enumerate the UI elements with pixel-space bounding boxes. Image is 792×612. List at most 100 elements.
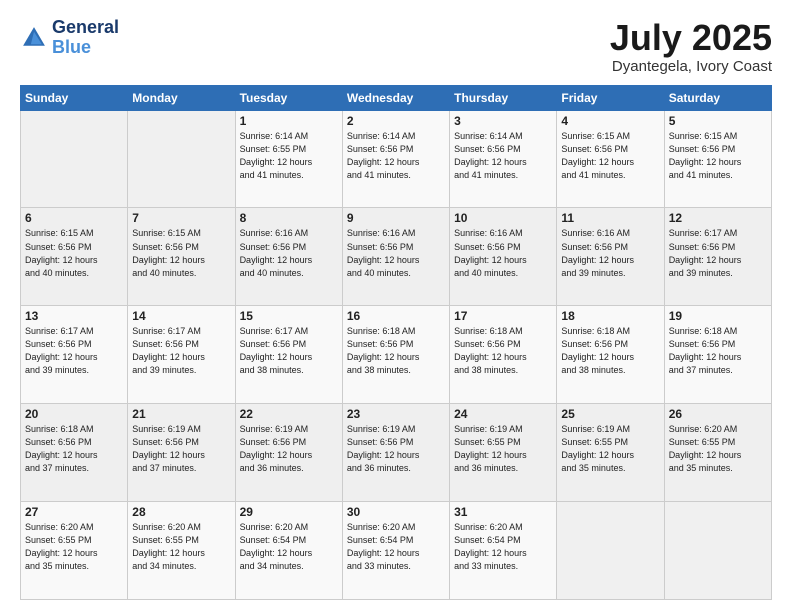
day-number: 23	[347, 407, 445, 421]
calendar-cell	[664, 502, 771, 600]
calendar-cell: 25 Sunrise: 6:19 AM Sunset: 6:55 PM Dayli…	[557, 404, 664, 502]
day-number: 7	[132, 211, 230, 225]
day-info: Sunrise: 6:20 AM Sunset: 6:55 PM Dayligh…	[25, 521, 123, 573]
col-header-sunday: Sunday	[21, 85, 128, 110]
day-number: 8	[240, 211, 338, 225]
calendar-cell: 28Sunrise: 6:20 AM Sunset: 6:55 PM Dayli…	[128, 502, 235, 600]
calendar-cell: 5 Sunrise: 6:15 AM Sunset: 6:56 PM Daylig…	[664, 110, 771, 208]
calendar-cell: 14 Sunrise: 6:17 AM Sunset: 6:56 PM Dayli…	[128, 306, 235, 404]
day-number: 2	[347, 114, 445, 128]
day-info: Sunrise: 6:19 AM Sunset: 6:55 PM Dayligh…	[454, 423, 552, 475]
col-header-monday: Monday	[128, 85, 235, 110]
day-info: Sunrise: 6:18 AM Sunset: 6:56 PM Dayligh…	[561, 325, 659, 377]
day-number: 24	[454, 407, 552, 421]
day-number: 10	[454, 211, 552, 225]
day-number: 3	[454, 114, 552, 128]
day-info: Sunrise: 6:14 AM Sunset: 6:56 PM Dayligh…	[454, 130, 552, 182]
day-number: 29	[240, 505, 338, 519]
calendar-cell: 12 Sunrise: 6:17 AM Sunset: 6:56 PM Dayli…	[664, 208, 771, 306]
day-number: 27	[25, 505, 123, 519]
day-number: 30	[347, 505, 445, 519]
day-number: 13	[25, 309, 123, 323]
day-info: Sunrise: 6:15 AM Sunset: 6:56 PM Dayligh…	[132, 227, 230, 279]
calendar-cell: 24 Sunrise: 6:19 AM Sunset: 6:55 PM Dayli…	[450, 404, 557, 502]
calendar-cell: 6 Sunrise: 6:15 AM Sunset: 6:56 PM Daylig…	[21, 208, 128, 306]
day-info: Sunrise: 6:15 AM Sunset: 6:56 PM Dayligh…	[25, 227, 123, 279]
day-info: Sunrise: 6:17 AM Sunset: 6:56 PM Dayligh…	[132, 325, 230, 377]
day-info: Sunrise: 6:16 AM Sunset: 6:56 PM Dayligh…	[347, 227, 445, 279]
logo-text: General Blue	[52, 18, 119, 58]
day-info: Sunrise: 6:18 AM Sunset: 6:56 PM Dayligh…	[669, 325, 767, 377]
day-number: 12	[669, 211, 767, 225]
day-number: 22	[240, 407, 338, 421]
calendar-cell: 18 Sunrise: 6:18 AM Sunset: 6:56 PM Dayli…	[557, 306, 664, 404]
calendar-cell: 26 Sunrise: 6:20 AM Sunset: 6:55 PM Dayli…	[664, 404, 771, 502]
calendar-cell: 8Sunrise: 6:16 AM Sunset: 6:56 PM Daylig…	[235, 208, 342, 306]
day-info: Sunrise: 6:15 AM Sunset: 6:56 PM Dayligh…	[669, 130, 767, 182]
day-info: Sunrise: 6:18 AM Sunset: 6:56 PM Dayligh…	[347, 325, 445, 377]
calendar-cell: 11Sunrise: 6:16 AM Sunset: 6:56 PM Dayli…	[557, 208, 664, 306]
calendar-cell: 23 Sunrise: 6:19 AM Sunset: 6:56 PM Dayli…	[342, 404, 449, 502]
day-info: Sunrise: 6:19 AM Sunset: 6:55 PM Dayligh…	[561, 423, 659, 475]
day-number: 21	[132, 407, 230, 421]
day-number: 5	[669, 114, 767, 128]
calendar-cell: 16 Sunrise: 6:18 AM Sunset: 6:56 PM Dayli…	[342, 306, 449, 404]
day-info: Sunrise: 6:16 AM Sunset: 6:56 PM Dayligh…	[454, 227, 552, 279]
calendar-cell	[557, 502, 664, 600]
title-block: July 2025 Dyantegela, Ivory Coast	[610, 18, 772, 75]
day-info: Sunrise: 6:18 AM Sunset: 6:56 PM Dayligh…	[454, 325, 552, 377]
col-header-tuesday: Tuesday	[235, 85, 342, 110]
day-info: Sunrise: 6:20 AM Sunset: 6:54 PM Dayligh…	[347, 521, 445, 573]
calendar-cell: 29 Sunrise: 6:20 AM Sunset: 6:54 PM Dayli…	[235, 502, 342, 600]
calendar-cell: 1 Sunrise: 6:14 AM Sunset: 6:55 PM Daylig…	[235, 110, 342, 208]
calendar-cell: 10 Sunrise: 6:16 AM Sunset: 6:56 PM Dayli…	[450, 208, 557, 306]
day-number: 14	[132, 309, 230, 323]
day-info: Sunrise: 6:19 AM Sunset: 6:56 PM Dayligh…	[347, 423, 445, 475]
day-number: 25	[561, 407, 659, 421]
calendar-cell	[128, 110, 235, 208]
day-number: 9	[347, 211, 445, 225]
calendar-cell: 4Sunrise: 6:15 AM Sunset: 6:56 PM Daylig…	[557, 110, 664, 208]
calendar-cell: 31 Sunrise: 6:20 AM Sunset: 6:54 PM Dayli…	[450, 502, 557, 600]
day-info: Sunrise: 6:20 AM Sunset: 6:54 PM Dayligh…	[454, 521, 552, 573]
calendar-cell: 13 Sunrise: 6:17 AM Sunset: 6:56 PM Dayli…	[21, 306, 128, 404]
calendar-cell: 15 Sunrise: 6:17 AM Sunset: 6:56 PM Dayli…	[235, 306, 342, 404]
calendar-cell: 3 Sunrise: 6:14 AM Sunset: 6:56 PM Daylig…	[450, 110, 557, 208]
day-number: 31	[454, 505, 552, 519]
day-number: 17	[454, 309, 552, 323]
day-info: Sunrise: 6:17 AM Sunset: 6:56 PM Dayligh…	[669, 227, 767, 279]
day-info: Sunrise: 6:17 AM Sunset: 6:56 PM Dayligh…	[240, 325, 338, 377]
calendar-cell: 17 Sunrise: 6:18 AM Sunset: 6:56 PM Dayli…	[450, 306, 557, 404]
day-number: 26	[669, 407, 767, 421]
day-number: 6	[25, 211, 123, 225]
header: General Blue July 2025 Dyantegela, Ivory…	[20, 18, 772, 75]
calendar-table: SundayMondayTuesdayWednesdayThursdayFrid…	[20, 85, 772, 600]
logo: General Blue	[20, 18, 119, 58]
col-header-thursday: Thursday	[450, 85, 557, 110]
day-info: Sunrise: 6:18 AM Sunset: 6:56 PM Dayligh…	[25, 423, 123, 475]
logo-icon	[20, 24, 48, 52]
day-number: 18	[561, 309, 659, 323]
calendar-cell	[21, 110, 128, 208]
day-info: Sunrise: 6:20 AM Sunset: 6:55 PM Dayligh…	[669, 423, 767, 475]
day-number: 1	[240, 114, 338, 128]
day-info: Sunrise: 6:14 AM Sunset: 6:55 PM Dayligh…	[240, 130, 338, 182]
day-info: Sunrise: 6:17 AM Sunset: 6:56 PM Dayligh…	[25, 325, 123, 377]
day-number: 15	[240, 309, 338, 323]
day-info: Sunrise: 6:19 AM Sunset: 6:56 PM Dayligh…	[132, 423, 230, 475]
calendar-cell: 19 Sunrise: 6:18 AM Sunset: 6:56 PM Dayli…	[664, 306, 771, 404]
day-info: Sunrise: 6:14 AM Sunset: 6:56 PM Dayligh…	[347, 130, 445, 182]
day-info: Sunrise: 6:20 AM Sunset: 6:54 PM Dayligh…	[240, 521, 338, 573]
calendar-cell: 30 Sunrise: 6:20 AM Sunset: 6:54 PM Dayli…	[342, 502, 449, 600]
day-number: 11	[561, 211, 659, 225]
col-header-friday: Friday	[557, 85, 664, 110]
calendar-cell: 2 Sunrise: 6:14 AM Sunset: 6:56 PM Daylig…	[342, 110, 449, 208]
day-number: 16	[347, 309, 445, 323]
page-title: July 2025	[610, 18, 772, 58]
calendar-cell: 20Sunrise: 6:18 AM Sunset: 6:56 PM Dayli…	[21, 404, 128, 502]
day-number: 4	[561, 114, 659, 128]
calendar-cell: 27 Sunrise: 6:20 AM Sunset: 6:55 PM Dayli…	[21, 502, 128, 600]
calendar-cell: 9 Sunrise: 6:16 AM Sunset: 6:56 PM Daylig…	[342, 208, 449, 306]
day-number: 19	[669, 309, 767, 323]
col-header-wednesday: Wednesday	[342, 85, 449, 110]
